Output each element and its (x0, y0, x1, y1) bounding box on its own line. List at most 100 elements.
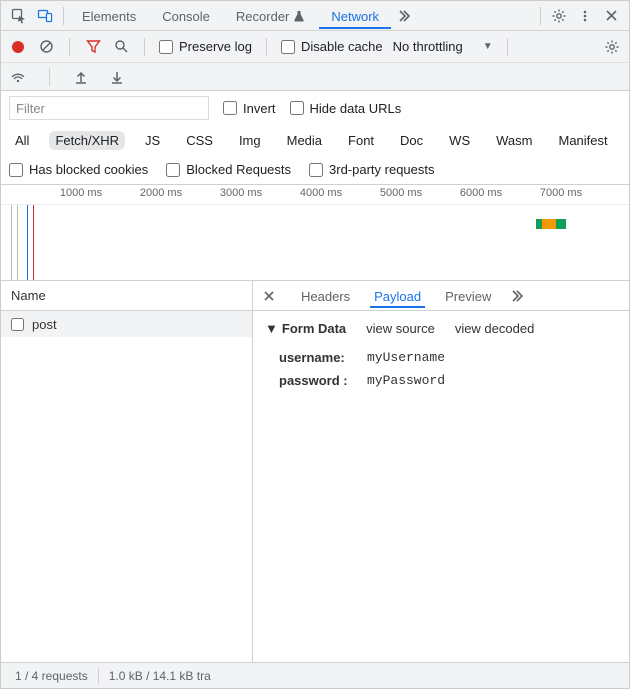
import-har-icon[interactable] (72, 68, 90, 86)
tab-console[interactable]: Console (150, 3, 222, 29)
device-toolbar-icon[interactable] (33, 4, 57, 28)
settings-icon[interactable] (547, 4, 571, 28)
tab-network[interactable]: Network (319, 3, 391, 29)
filter-icon[interactable] (84, 38, 102, 56)
separator (63, 7, 64, 25)
hide-data-urls-checkbox[interactable]: Hide data URLs (290, 101, 402, 116)
preserve-log-label: Preserve log (179, 39, 252, 54)
type-filter-row: All Fetch/XHR JS CSS Img Media Font Doc … (1, 125, 629, 155)
has-blocked-cookies-input[interactable] (9, 163, 23, 177)
network-toolbar-2 (1, 63, 629, 91)
blocked-requests-label: Blocked Requests (186, 162, 291, 177)
invert-label: Invert (243, 101, 276, 116)
form-data-value: myPassword (367, 373, 445, 388)
request-rows: post (1, 311, 252, 662)
view-decoded-link[interactable]: view decoded (455, 321, 535, 336)
request-name: post (32, 317, 57, 332)
filter-css[interactable]: CSS (180, 131, 219, 150)
triangle-down-icon: ▼ (265, 321, 278, 336)
request-detail-pane: Headers Payload Preview ▼ Form Data view… (253, 281, 629, 662)
detail-tab-headers[interactable]: Headers (297, 283, 354, 308)
invert-checkbox[interactable]: Invert (223, 101, 276, 116)
tick-label: 2000 ms (140, 187, 182, 199)
network-settings-icon[interactable] (603, 38, 621, 56)
hide-data-urls-input[interactable] (290, 101, 304, 115)
form-data-key: username: (279, 350, 361, 365)
throttling-select[interactable]: No throttling ▼ (393, 39, 493, 54)
preserve-log-input[interactable] (159, 40, 173, 54)
separator (69, 38, 70, 56)
filter-font[interactable]: Font (342, 131, 380, 150)
filter-media[interactable]: Media (281, 131, 328, 150)
filter-manifest[interactable]: Manifest (552, 131, 613, 150)
search-icon[interactable] (112, 38, 130, 56)
invert-input[interactable] (223, 101, 237, 115)
filter-img[interactable]: Img (233, 131, 267, 150)
clear-icon[interactable] (37, 38, 55, 56)
request-row-checkbox[interactable] (11, 318, 24, 331)
record-button[interactable] (9, 38, 27, 56)
timeline-ticks: 1000 ms 2000 ms 3000 ms 4000 ms 5000 ms … (1, 185, 629, 205)
main-split: Name post Headers Payload Preview (1, 281, 629, 662)
form-data-toggle[interactable]: ▼ Form Data (265, 321, 346, 336)
throttling-value: No throttling (393, 39, 463, 54)
separator (507, 38, 508, 56)
tick-label: 3000 ms (220, 187, 262, 199)
close-detail-icon[interactable] (263, 290, 281, 302)
has-blocked-cookies-label: Has blocked cookies (29, 162, 148, 177)
load-marker (33, 205, 34, 280)
tick-label: 1000 ms (60, 187, 102, 199)
tick-label: 4000 ms (300, 187, 342, 199)
status-transfer: 1.0 kB / 14.1 kB tra (99, 669, 221, 683)
filter-fetch-xhr[interactable]: Fetch/XHR (49, 131, 125, 150)
third-party-checkbox[interactable]: 3rd-party requests (309, 162, 435, 177)
timeline-marker (17, 205, 18, 280)
status-requests: 1 / 4 requests (5, 669, 98, 683)
timeline-overview[interactable]: 1000 ms 2000 ms 3000 ms 4000 ms 5000 ms … (1, 185, 629, 281)
disable-cache-input[interactable] (281, 40, 295, 54)
detail-tab-preview[interactable]: Preview (441, 283, 495, 308)
disable-cache-checkbox[interactable]: Disable cache (281, 39, 383, 54)
request-bar-inner (542, 219, 556, 229)
tab-elements[interactable]: Elements (70, 3, 148, 29)
blocked-requests-input[interactable] (166, 163, 180, 177)
third-party-input[interactable] (309, 163, 323, 177)
flask-icon (293, 10, 305, 22)
export-har-icon[interactable] (108, 68, 126, 86)
request-list-header[interactable]: Name (1, 281, 252, 311)
chevron-down-icon: ▼ (483, 41, 493, 52)
filter-doc[interactable]: Doc (394, 131, 429, 150)
blocked-filter-row: Has blocked cookies Blocked Requests 3rd… (1, 155, 629, 185)
disable-cache-label: Disable cache (301, 39, 383, 54)
form-data-header: ▼ Form Data view source view decoded (265, 321, 617, 336)
filter-js[interactable]: JS (139, 131, 166, 150)
detail-tabs: Headers Payload Preview (253, 281, 629, 311)
tab-recorder-label: Recorder (236, 9, 289, 24)
filter-ws[interactable]: WS (443, 131, 476, 150)
request-row[interactable]: post (1, 311, 252, 337)
form-data-key: password : (279, 373, 361, 388)
tick-label: 5000 ms (380, 187, 422, 199)
detail-tab-payload[interactable]: Payload (370, 283, 425, 308)
request-list-pane: Name post (1, 281, 253, 662)
inspect-icon[interactable] (7, 4, 31, 28)
tab-recorder[interactable]: Recorder (224, 3, 317, 29)
form-data-value: myUsername (367, 350, 445, 365)
blocked-requests-checkbox[interactable]: Blocked Requests (166, 162, 291, 177)
network-conditions-icon[interactable] (9, 68, 27, 86)
domcontentloaded-marker (27, 205, 28, 280)
has-blocked-cookies-checkbox[interactable]: Has blocked cookies (9, 162, 148, 177)
form-data-label: Form Data (282, 321, 346, 336)
form-data-entry: password : myPassword (265, 369, 617, 392)
timeline-marker (11, 205, 12, 280)
more-tabs-icon[interactable] (393, 4, 417, 28)
more-detail-tabs-icon[interactable] (511, 289, 529, 303)
kebab-menu-icon[interactable] (573, 4, 597, 28)
tick-label: 7000 ms (540, 187, 582, 199)
filter-input[interactable] (9, 96, 209, 120)
filter-all[interactable]: All (9, 131, 35, 150)
filter-wasm[interactable]: Wasm (490, 131, 538, 150)
preserve-log-checkbox[interactable]: Preserve log (159, 39, 252, 54)
close-devtools-icon[interactable] (599, 4, 623, 28)
view-source-link[interactable]: view source (366, 321, 435, 336)
